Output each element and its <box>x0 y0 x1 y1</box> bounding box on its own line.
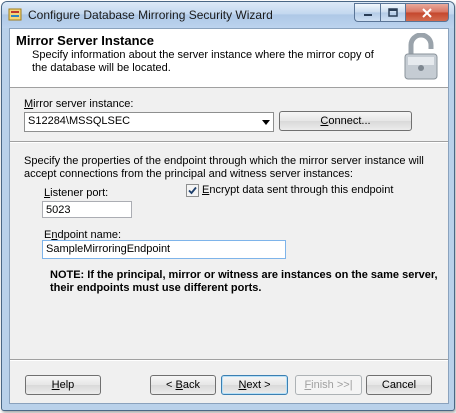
encrypt-label[interactable]: Encrypt data sent through this endpoint <box>202 184 393 196</box>
back-button[interactable]: < Back <box>150 375 216 395</box>
wizard-app-icon <box>8 8 22 21</box>
endpoint-description: Specify the properties of the endpoint t… <box>24 155 424 180</box>
page-title: Mirror Server Instance <box>16 33 155 48</box>
wizard-content: Mirror Server Instance Specify informati… <box>9 28 449 404</box>
note-text: NOTE: If the principal, mirror or witnes… <box>50 269 438 294</box>
window-title: Configure Database Mirroring Security Wi… <box>28 8 273 22</box>
mirror-instance-combobox[interactable]: S12284\MSSQLSEC <box>24 112 274 132</box>
connect-button[interactable]: Connect... <box>279 111 412 131</box>
footer-divider <box>10 359 448 361</box>
help-button[interactable]: Help <box>25 375 101 395</box>
listener-port-value: 5023 <box>46 204 71 216</box>
next-button[interactable]: Next > <box>221 375 288 395</box>
padlock-icon <box>404 33 438 80</box>
mirror-instance-label: Mirror server instance: <box>24 98 134 110</box>
listener-port-label: Listener port: <box>44 187 109 199</box>
page-subtitle: Specify information about the server ins… <box>32 49 374 74</box>
maximize-icon <box>388 8 398 17</box>
maximize-button[interactable] <box>380 3 405 22</box>
mirror-instance-value: S12284\MSSQLSEC <box>28 115 131 127</box>
section-divider <box>10 141 448 143</box>
encrypt-checkbox[interactable] <box>186 184 199 197</box>
checkmark-icon <box>188 186 197 195</box>
close-button[interactable] <box>405 3 449 22</box>
title-bar[interactable]: Configure Database Mirroring Security Wi… <box>2 2 454 28</box>
window-controls <box>354 3 449 22</box>
minimize-icon <box>363 13 372 16</box>
endpoint-name-input[interactable]: SampleMirroringEndpoint <box>42 240 286 259</box>
endpoint-name-value: SampleMirroringEndpoint <box>46 243 171 255</box>
wizard-window: Configure Database Mirroring Security Wi… <box>1 1 455 411</box>
wizard-header: Mirror Server Instance Specify informati… <box>10 29 448 88</box>
close-icon <box>422 7 432 18</box>
finish-button: Finish >>| <box>295 375 362 395</box>
minimize-button[interactable] <box>354 3 380 22</box>
listener-port-input[interactable]: 5023 <box>42 201 132 218</box>
cancel-button[interactable]: Cancel <box>366 375 432 395</box>
dropdown-arrow-icon[interactable] <box>258 113 273 131</box>
